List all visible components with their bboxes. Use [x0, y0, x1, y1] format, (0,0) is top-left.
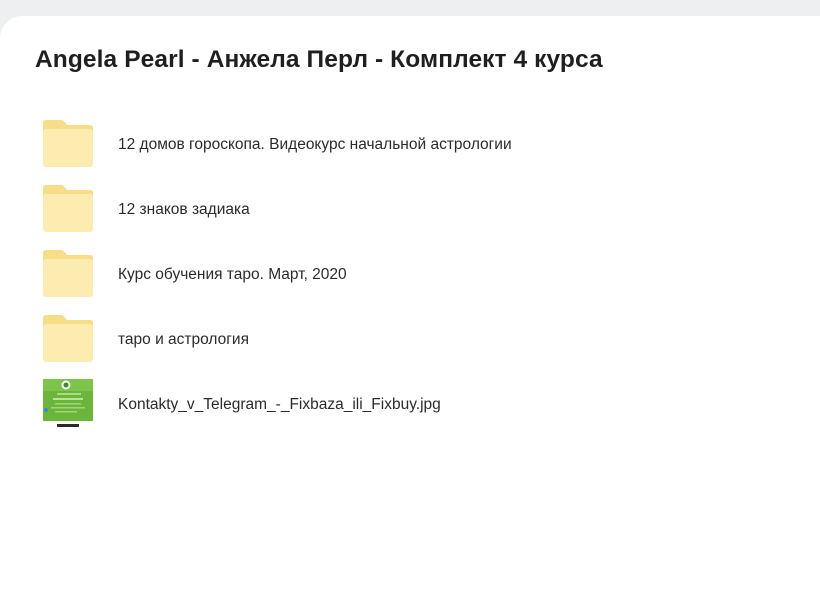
- list-item-folder[interactable]: таро и астрология: [0, 307, 820, 372]
- list-item-folder[interactable]: 12 знаков задиака: [0, 177, 820, 242]
- list-item-file[interactable]: Kontakty_v_Telegram_-_Fixbaza_ili_Fixbuy…: [0, 372, 820, 437]
- list-item-folder[interactable]: 12 домов гороскопа. Видеокурс начальной …: [0, 112, 820, 177]
- folder-icon: [42, 119, 94, 169]
- list-item-folder[interactable]: Курс обучения таро. Март, 2020: [0, 242, 820, 307]
- list-item-label: 12 знаков задиака: [118, 201, 250, 218]
- image-thumbnail-icon: [43, 379, 93, 429]
- list-item-label: Курс обучения таро. Март, 2020: [118, 266, 347, 283]
- folder-icon: [42, 249, 94, 299]
- file-list-panel: Angela Pearl - Анжела Перл - Комплект 4 …: [0, 16, 820, 616]
- list-item-label: Kontakty_v_Telegram_-_Fixbaza_ili_Fixbuy…: [118, 396, 441, 413]
- list-item-label: 12 домов гороскопа. Видеокурс начальной …: [118, 136, 512, 153]
- folder-icon: [42, 314, 94, 364]
- folder-icon: [42, 184, 94, 234]
- file-list: 12 домов гороскопа. Видеокурс начальной …: [0, 112, 820, 437]
- page-title: Angela Pearl - Анжела Перл - Комплект 4 …: [35, 46, 603, 73]
- list-item-label: таро и астрология: [118, 331, 249, 348]
